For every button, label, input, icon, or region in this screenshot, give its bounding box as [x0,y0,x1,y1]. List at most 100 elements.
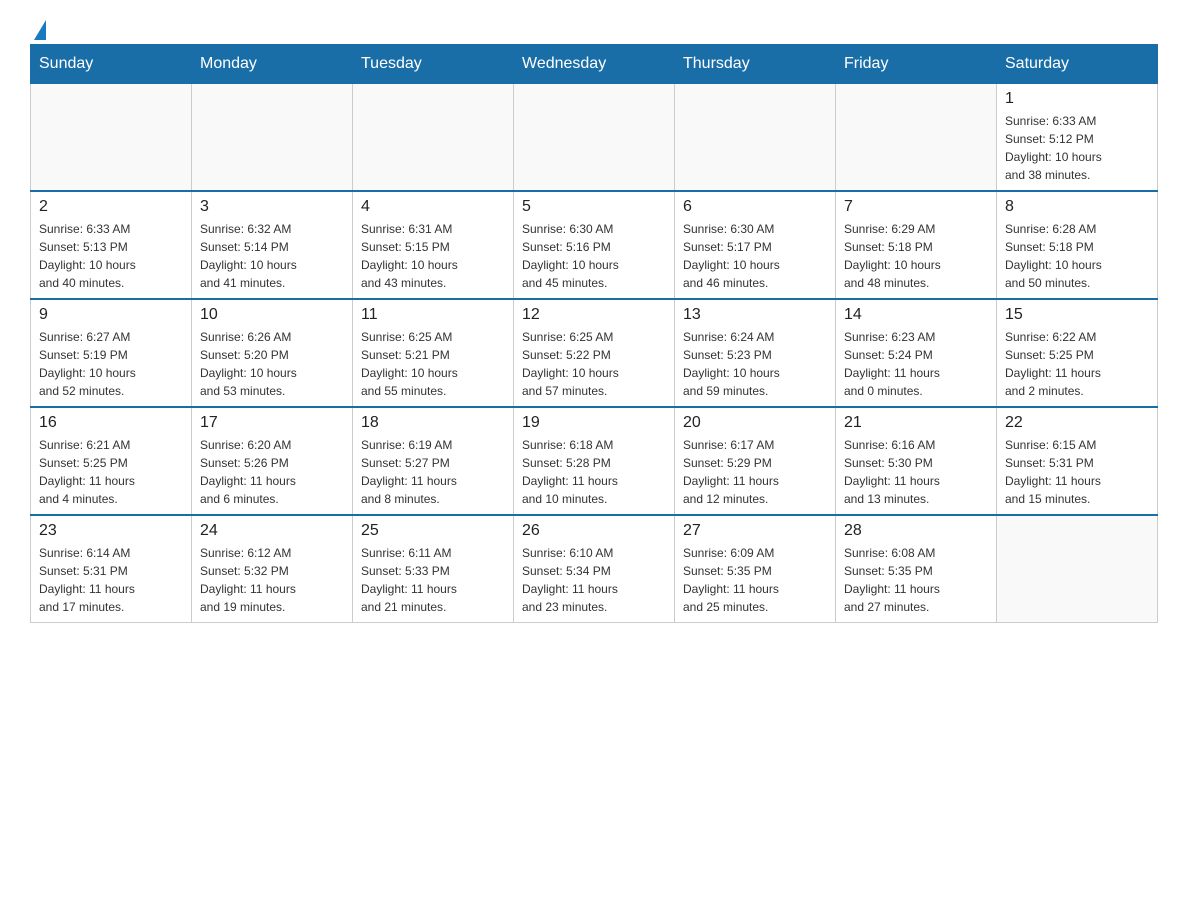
calendar-header-row: SundayMondayTuesdayWednesdayThursdayFrid… [31,45,1158,84]
day-number: 8 [1005,198,1149,216]
day-number: 13 [683,306,827,324]
day-info: Sunrise: 6:21 AMSunset: 5:25 PMDaylight:… [39,436,183,508]
calendar-day-cell [514,84,675,192]
day-number: 3 [200,198,344,216]
calendar-day-cell: 21 Sunrise: 6:16 AMSunset: 5:30 PMDayligh… [836,407,997,515]
calendar-week-row: 16 Sunrise: 6:21 AMSunset: 5:25 PMDayligh… [31,407,1158,515]
day-number: 9 [39,306,183,324]
day-number: 18 [361,414,505,432]
day-info: Sunrise: 6:23 AMSunset: 5:24 PMDaylight:… [844,328,988,400]
day-info: Sunrise: 6:12 AMSunset: 5:32 PMDaylight:… [200,544,344,616]
calendar-day-cell [675,84,836,192]
calendar-day-cell: 11 Sunrise: 6:25 AMSunset: 5:21 PMDayligh… [353,299,514,407]
day-number: 28 [844,522,988,540]
calendar-day-cell: 15 Sunrise: 6:22 AMSunset: 5:25 PMDayligh… [997,299,1158,407]
day-info: Sunrise: 6:31 AMSunset: 5:15 PMDaylight:… [361,220,505,292]
day-number: 10 [200,306,344,324]
calendar-day-cell: 10 Sunrise: 6:26 AMSunset: 5:20 PMDayligh… [192,299,353,407]
calendar-day-cell [997,515,1158,623]
day-number: 11 [361,306,505,324]
day-number: 15 [1005,306,1149,324]
day-info: Sunrise: 6:26 AMSunset: 5:20 PMDaylight:… [200,328,344,400]
calendar-day-cell: 4Sunrise: 6:31 AMSunset: 5:15 PMDaylight… [353,191,514,299]
day-info: Sunrise: 6:22 AMSunset: 5:25 PMDaylight:… [1005,328,1149,400]
day-number: 7 [844,198,988,216]
day-number: 24 [200,522,344,540]
day-number: 25 [361,522,505,540]
calendar-day-cell: 26 Sunrise: 6:10 AMSunset: 5:34 PMDayligh… [514,515,675,623]
day-number: 14 [844,306,988,324]
day-number: 2 [39,198,183,216]
day-number: 20 [683,414,827,432]
day-info: Sunrise: 6:18 AMSunset: 5:28 PMDaylight:… [522,436,666,508]
day-info: Sunrise: 6:32 AMSunset: 5:14 PMDaylight:… [200,220,344,292]
calendar-day-cell: 22Sunrise: 6:15 AMSunset: 5:31 PMDayligh… [997,407,1158,515]
day-number: 19 [522,414,666,432]
calendar-day-cell: 17 Sunrise: 6:20 AMSunset: 5:26 PMDayligh… [192,407,353,515]
day-number: 16 [39,414,183,432]
day-info: Sunrise: 6:19 AMSunset: 5:27 PMDaylight:… [361,436,505,508]
calendar-day-cell [192,84,353,192]
calendar-day-cell: 19 Sunrise: 6:18 AMSunset: 5:28 PMDayligh… [514,407,675,515]
day-info: Sunrise: 6:09 AMSunset: 5:35 PMDaylight:… [683,544,827,616]
calendar-day-cell: 8 Sunrise: 6:28 AMSunset: 5:18 PMDaylight… [997,191,1158,299]
day-info: Sunrise: 6:08 AMSunset: 5:35 PMDaylight:… [844,544,988,616]
day-number: 1 [1005,90,1149,108]
calendar-day-cell: 3 Sunrise: 6:32 AMSunset: 5:14 PMDaylight… [192,191,353,299]
calendar-day-cell [31,84,192,192]
calendar-table: SundayMondayTuesdayWednesdayThursdayFrid… [30,44,1158,623]
day-info: Sunrise: 6:27 AMSunset: 5:19 PMDaylight:… [39,328,183,400]
day-info: Sunrise: 6:33 AMSunset: 5:13 PMDaylight:… [39,220,183,292]
day-info: Sunrise: 6:33 AMSunset: 5:12 PMDaylight:… [1005,112,1149,184]
day-info: Sunrise: 6:29 AMSunset: 5:18 PMDaylight:… [844,220,988,292]
calendar-day-cell [353,84,514,192]
logo [30,20,46,34]
calendar-day-cell: 12 Sunrise: 6:25 AMSunset: 5:22 PMDayligh… [514,299,675,407]
calendar-weekday-thursday: Thursday [675,45,836,84]
calendar-day-cell: 6 Sunrise: 6:30 AMSunset: 5:17 PMDaylight… [675,191,836,299]
day-info: Sunrise: 6:30 AMSunset: 5:17 PMDaylight:… [683,220,827,292]
calendar-weekday-tuesday: Tuesday [353,45,514,84]
calendar-week-row: 1 Sunrise: 6:33 AMSunset: 5:12 PMDaylight… [31,84,1158,192]
day-info: Sunrise: 6:16 AMSunset: 5:30 PMDaylight:… [844,436,988,508]
page-header [30,20,1158,34]
calendar-week-row: 23 Sunrise: 6:14 AMSunset: 5:31 PMDayligh… [31,515,1158,623]
calendar-day-cell: 24 Sunrise: 6:12 AMSunset: 5:32 PMDayligh… [192,515,353,623]
day-number: 21 [844,414,988,432]
calendar-day-cell: 25 Sunrise: 6:11 AMSunset: 5:33 PMDayligh… [353,515,514,623]
day-info: Sunrise: 6:28 AMSunset: 5:18 PMDaylight:… [1005,220,1149,292]
calendar-day-cell: 2 Sunrise: 6:33 AMSunset: 5:13 PMDaylight… [31,191,192,299]
logo-triangle-icon [34,20,46,40]
calendar-day-cell: 7 Sunrise: 6:29 AMSunset: 5:18 PMDaylight… [836,191,997,299]
calendar-week-row: 2 Sunrise: 6:33 AMSunset: 5:13 PMDaylight… [31,191,1158,299]
calendar-weekday-wednesday: Wednesday [514,45,675,84]
day-info: Sunrise: 6:17 AMSunset: 5:29 PMDaylight:… [683,436,827,508]
calendar-day-cell [836,84,997,192]
day-info: Sunrise: 6:24 AMSunset: 5:23 PMDaylight:… [683,328,827,400]
day-info: Sunrise: 6:14 AMSunset: 5:31 PMDaylight:… [39,544,183,616]
day-info: Sunrise: 6:25 AMSunset: 5:22 PMDaylight:… [522,328,666,400]
calendar-day-cell: 13 Sunrise: 6:24 AMSunset: 5:23 PMDayligh… [675,299,836,407]
day-number: 6 [683,198,827,216]
calendar-weekday-saturday: Saturday [997,45,1158,84]
day-number: 26 [522,522,666,540]
day-info: Sunrise: 6:25 AMSunset: 5:21 PMDaylight:… [361,328,505,400]
calendar-week-row: 9 Sunrise: 6:27 AMSunset: 5:19 PMDaylight… [31,299,1158,407]
day-number: 27 [683,522,827,540]
day-number: 23 [39,522,183,540]
calendar-day-cell: 9 Sunrise: 6:27 AMSunset: 5:19 PMDaylight… [31,299,192,407]
day-info: Sunrise: 6:11 AMSunset: 5:33 PMDaylight:… [361,544,505,616]
calendar-day-cell: 27 Sunrise: 6:09 AMSunset: 5:35 PMDayligh… [675,515,836,623]
day-number: 17 [200,414,344,432]
day-number: 22 [1005,414,1149,432]
day-info: Sunrise: 6:30 AMSunset: 5:16 PMDaylight:… [522,220,666,292]
calendar-day-cell: 16 Sunrise: 6:21 AMSunset: 5:25 PMDayligh… [31,407,192,515]
day-info: Sunrise: 6:20 AMSunset: 5:26 PMDaylight:… [200,436,344,508]
calendar-day-cell: 5Sunrise: 6:30 AMSunset: 5:16 PMDaylight… [514,191,675,299]
calendar-day-cell: 23 Sunrise: 6:14 AMSunset: 5:31 PMDayligh… [31,515,192,623]
day-info: Sunrise: 6:10 AMSunset: 5:34 PMDaylight:… [522,544,666,616]
calendar-day-cell: 18 Sunrise: 6:19 AMSunset: 5:27 PMDayligh… [353,407,514,515]
calendar-weekday-monday: Monday [192,45,353,84]
day-number: 12 [522,306,666,324]
calendar-day-cell: 20 Sunrise: 6:17 AMSunset: 5:29 PMDayligh… [675,407,836,515]
